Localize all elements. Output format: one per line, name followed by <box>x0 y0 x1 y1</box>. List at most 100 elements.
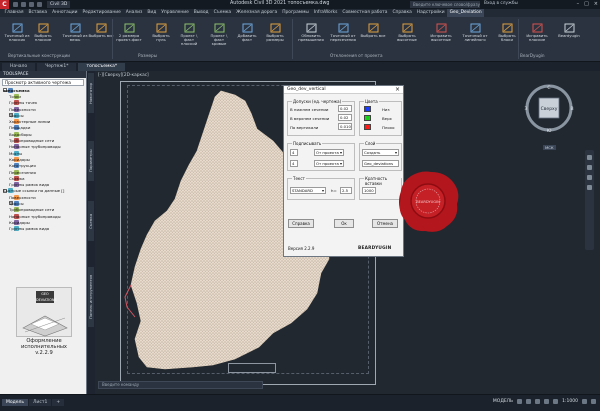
ribbon-group-label[interactable]: Вертикальные конструкции <box>8 53 70 58</box>
viewcube[interactable]: Сверху С Ю З В <box>523 82 575 134</box>
document-tab[interactable]: Начало <box>2 63 36 71</box>
open-icon[interactable] <box>13 2 18 7</box>
sign-mode-1-select[interactable]: От проекта <box>314 149 344 156</box>
dialog-close-button[interactable]: × <box>395 86 400 94</box>
scale-input[interactable]: 1000 <box>362 187 376 194</box>
ribbon-button[interactable]: Выбрать блоки <box>494 23 520 42</box>
ribbon-group-label[interactable]: Отклонения от проекта <box>330 53 383 58</box>
ribbon-tab[interactable]: Справка <box>390 9 414 17</box>
tol-top-input[interactable]: 0.02 <box>338 114 352 121</box>
ribbon-button[interactable]: Выбрать все <box>360 23 386 38</box>
ribbon-button[interactable]: Исправить плоские <box>524 23 550 42</box>
add-layout-button[interactable]: + <box>52 399 65 406</box>
layout-tab-model[interactable]: Модель <box>2 399 29 406</box>
snap-icon[interactable] <box>526 399 532 404</box>
close-icon[interactable]: × <box>594 1 598 7</box>
ribbon-button[interactable]: Проект \ факт плоский <box>176 23 202 47</box>
ribbon-button[interactable]: Точечный из межь <box>62 23 88 42</box>
save-icon[interactable] <box>21 2 26 7</box>
ribbon-button[interactable]: Выбрать размеры <box>262 23 288 42</box>
ribbon-button[interactable]: Точечный от пересечения <box>330 23 356 42</box>
minimize-icon[interactable]: – <box>577 1 580 7</box>
document-tab[interactable]: Чертеж1* <box>37 63 77 71</box>
ribbon-button[interactable]: Добавить факт <box>234 23 260 42</box>
sign-mode-2-select[interactable]: От проекта <box>314 160 344 167</box>
ribbon-tab[interactable]: Съемка <box>211 9 234 17</box>
ribbon-button[interactable]: Обновить превышения <box>298 23 324 42</box>
search-input[interactable]: Введите ключевое слово/фразу <box>410 1 480 8</box>
layer-name-input[interactable]: Geo_deviations <box>362 160 399 167</box>
undo-icon[interactable] <box>29 2 34 7</box>
ribbon-tab[interactable]: Анализ <box>123 9 145 17</box>
toolspace-side-tab[interactable]: Параметры <box>88 141 94 181</box>
ribbon-tab[interactable]: Совместная работа <box>340 9 390 17</box>
model-space-toggle[interactable]: МОДЕЛЬ <box>493 399 513 404</box>
color-bottom-swatch[interactable] <box>364 106 371 112</box>
ribbon-tab[interactable]: InfraWorks <box>311 9 340 17</box>
ribbon-button[interactable]: Выбрать высотные <box>394 23 420 42</box>
gear-icon[interactable] <box>582 399 587 404</box>
ribbon-tab[interactable]: Аннотации <box>50 9 80 17</box>
sign-precision-2-input[interactable]: 4 <box>290 160 298 167</box>
viewcube-north[interactable]: С <box>547 85 550 91</box>
app-logo[interactable]: C <box>0 0 9 9</box>
text-height-input[interactable]: 2.5 <box>340 187 352 194</box>
tol-vertical-input[interactable]: 0.010 <box>338 123 352 130</box>
ribbon-tab[interactable]: Надстройки <box>414 9 447 17</box>
ribbon-button[interactable]: 2 размера проект-факт <box>116 23 142 42</box>
customize-icon[interactable] <box>591 399 596 404</box>
color-top-swatch[interactable] <box>364 115 371 121</box>
ok-button[interactable]: Ок <box>334 219 354 228</box>
ribbon-tab[interactable]: Железная дорога <box>234 9 280 17</box>
document-tab[interactable]: топосъемка* <box>78 63 126 71</box>
workspace-selector[interactable]: Civil 3D <box>47 1 71 8</box>
toolspace-side-tab[interactable]: Панель инструментов <box>88 267 94 327</box>
ribbon-button[interactable]: Beardyugin <box>556 23 582 38</box>
viewcube-face[interactable]: Сверху <box>541 106 558 112</box>
zoom-icon[interactable] <box>587 165 592 170</box>
toolspace-view-select[interactable]: Просмотр активного чертежа <box>2 79 84 86</box>
grid-icon[interactable] <box>517 399 523 404</box>
layer-mode-select[interactable]: Создать <box>362 149 399 156</box>
viewcube-south[interactable]: Ю <box>547 128 552 134</box>
wcs-menu[interactable]: МСК <box>543 145 556 150</box>
viewcube-east[interactable]: В <box>570 106 573 112</box>
annotation-scale[interactable]: 1:1000 <box>562 399 578 404</box>
toolspace-side-tab[interactable]: Навигатор <box>88 73 94 113</box>
ribbon-button[interactable]: Точечный от линейного <box>462 23 488 42</box>
orbit-icon[interactable] <box>587 175 592 180</box>
ribbon-tab[interactable]: Вставка <box>26 9 50 17</box>
ribbon-button[interactable]: Выбрать плоские <box>30 23 56 42</box>
pan-icon[interactable] <box>587 155 592 160</box>
sign-in-link[interactable]: Вход в службы <box>484 1 518 6</box>
polar-icon[interactable] <box>544 399 550 404</box>
maximize-icon[interactable]: □ <box>584 1 589 7</box>
color-bad-swatch[interactable] <box>364 124 371 130</box>
text-style-select[interactable]: STANDARD <box>290 187 326 194</box>
layout-tab-sheet1[interactable]: Лист1 <box>29 399 52 406</box>
tree-node[interactable]: Группы рамок вида <box>3 226 86 232</box>
sign-precision-1-input[interactable]: 4 <box>290 149 298 156</box>
ribbon-button[interactable]: Исправить высотные <box>428 23 454 42</box>
osnap-icon[interactable] <box>553 399 559 404</box>
command-line[interactable]: Введите команду <box>98 381 263 389</box>
toolspace-side-tab[interactable]: Съемка <box>88 201 94 241</box>
ribbon-button[interactable]: Точечный из плоских <box>4 23 30 42</box>
ribbon-tab[interactable]: Главная <box>2 9 26 17</box>
ribbon-tab[interactable]: Вывод <box>191 9 211 17</box>
tol-bottom-input[interactable]: 0.02 <box>338 105 352 112</box>
ribbon-button[interactable]: Выбрать нуль <box>148 23 174 42</box>
ortho-icon[interactable] <box>535 399 541 404</box>
viewcube-west[interactable]: З <box>525 106 528 112</box>
showmotion-icon[interactable] <box>587 185 592 190</box>
redo-icon[interactable] <box>37 2 42 7</box>
ribbon-tab[interactable]: Управление <box>159 9 192 17</box>
toolspace-header[interactable]: TOOLSPACE <box>0 71 86 78</box>
ribbon-button[interactable]: Выбрать все <box>88 23 114 38</box>
ribbon-tab[interactable]: Вид <box>145 9 159 17</box>
ribbon-tab[interactable]: Редактирование <box>80 9 123 17</box>
ribbon-group-label[interactable]: BearDyugin <box>520 53 545 58</box>
ribbon-group-label[interactable]: Размеры <box>138 53 157 58</box>
ribbon-tab[interactable]: Geo_Deviation <box>447 9 485 17</box>
ribbon-tab[interactable]: Программы <box>280 9 312 17</box>
